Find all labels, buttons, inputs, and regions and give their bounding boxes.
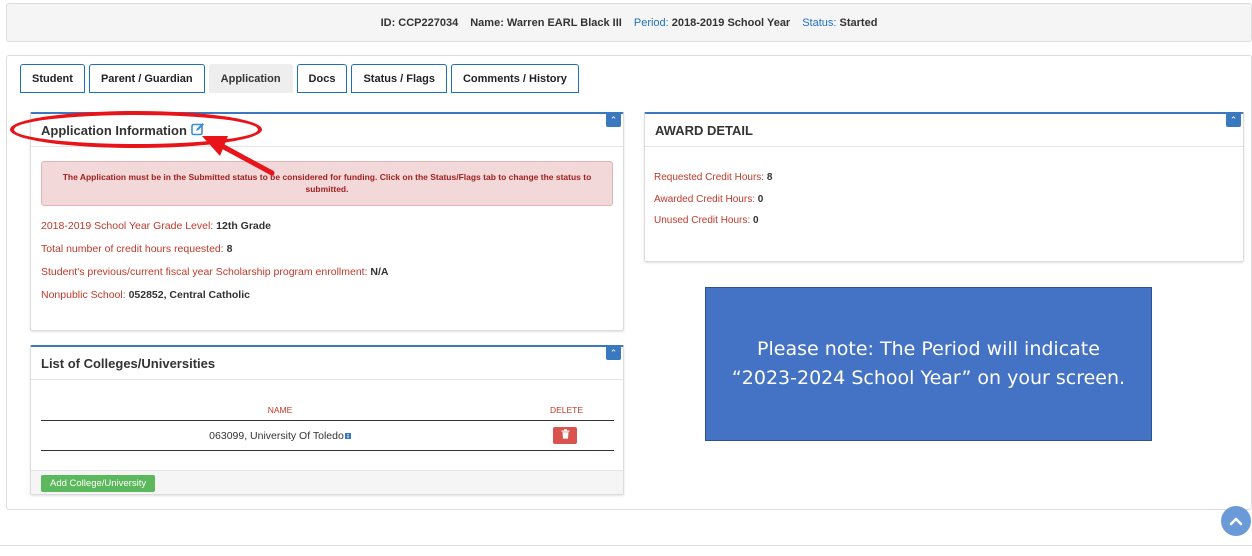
chevron-up-icon: ⌃: [1229, 114, 1238, 125]
scholarship-enrollment-value: N/A: [370, 266, 389, 278]
requested-credit-hours-line: Requested Credit Hours: 8: [654, 172, 772, 183]
collapse-colleges-button[interactable]: ⌃: [606, 346, 621, 360]
award-detail-title: AWARD DETAIL: [655, 122, 753, 138]
red-arrow-icon: [202, 136, 275, 176]
tab-parent-guardian[interactable]: Parent / Guardian: [88, 64, 205, 93]
award-detail-card: AWARD DETAIL ⌃ Requested Credit Hours: 8…: [644, 112, 1244, 262]
name-label: Name:: [470, 16, 504, 29]
application-information-title: Application Information: [41, 122, 187, 138]
grade-level-value: 12th Grade: [216, 220, 271, 232]
awarded-credit-hours-line: Awarded Credit Hours: 0: [654, 194, 763, 205]
add-college-button[interactable]: Add College/University: [41, 475, 156, 492]
unused-credit-hours-label: Unused Credit Hours:: [654, 215, 751, 226]
column-header-name[interactable]: NAME: [41, 405, 519, 415]
footer-divider: [0, 545, 1252, 546]
info-icon[interactable]: [344, 430, 351, 442]
colleges-title: List of Colleges/Universities: [41, 355, 216, 371]
grade-level-line: 2018-2019 School Year Grade Level: 12th …: [41, 220, 271, 232]
colleges-header: List of Colleges/Universities: [31, 347, 623, 380]
id-label: ID:: [380, 16, 396, 29]
tab-student[interactable]: Student: [20, 64, 85, 93]
scholarship-enrollment-line: Student's previous/current fiscal year S…: [41, 266, 389, 278]
scholarship-enrollment-label: Student's previous/current fiscal year S…: [41, 266, 368, 278]
requested-credit-hours-value: 8: [766, 172, 773, 183]
credit-hours-value: 8: [226, 243, 233, 255]
credit-hours-label: Total number of credit hours requested:: [41, 243, 224, 255]
status-label: Status:: [802, 16, 837, 29]
colleges-card: List of Colleges/Universities ⌃ NAME DEL…: [30, 345, 624, 495]
application-information-header: Application Information: [31, 114, 623, 147]
tab-application[interactable]: Application: [208, 64, 293, 93]
colleges-table-header: NAME DELETE: [41, 403, 614, 421]
unused-credit-hours-value: 0: [752, 215, 759, 226]
chevron-up-icon: ⌃: [609, 114, 618, 125]
main-panel: Student Parent / Guardian Application Do…: [6, 55, 1252, 510]
college-name-cell: 063099, University Of Toledo: [41, 430, 519, 442]
nonpublic-school-line: Nonpublic School: 052852, Central Cathol…: [41, 289, 250, 301]
chevron-up-icon: ⌃: [609, 347, 618, 358]
credit-hours-line: Total number of credit hours requested: …: [41, 243, 232, 255]
period-value: 2018-2019 School Year: [671, 16, 791, 29]
status-value: Started: [839, 16, 878, 29]
id-value: CCP227034: [398, 16, 459, 29]
application-information-card: Application Information ⌃ The Applicatio…: [30, 112, 624, 331]
collapse-award-detail-button[interactable]: ⌃: [1226, 113, 1241, 127]
unused-credit-hours-line: Unused Credit Hours: 0: [654, 215, 759, 226]
column-header-delete: DELETE: [549, 405, 584, 415]
colleges-card-footer: Add College/University: [31, 470, 623, 494]
name-value: Warren EARL Black III: [506, 16, 622, 29]
grade-level-label: 2018-2019 School Year Grade Level:: [41, 220, 214, 232]
period-note-box: Please note: The Period will indicate “2…: [705, 287, 1152, 441]
awarded-credit-hours-label: Awarded Credit Hours:: [654, 194, 755, 205]
nonpublic-school-label: Nonpublic School:: [41, 289, 126, 301]
tab-status-flags[interactable]: Status / Flags: [351, 64, 447, 93]
nonpublic-school-value: 052852, Central Catholic: [128, 289, 250, 301]
collapse-application-info-button[interactable]: ⌃: [606, 113, 621, 127]
tab-docs[interactable]: Docs: [296, 64, 348, 93]
submission-alert: The Application must be in the Submitted…: [41, 161, 613, 206]
student-header-bar: ID: CCP227034 Name: Warren EARL Black II…: [6, 3, 1252, 42]
tab-bar: Student Parent / Guardian Application Do…: [20, 64, 579, 93]
requested-credit-hours-label: Requested Credit Hours:: [654, 172, 765, 183]
college-name: 063099, University Of Toledo: [209, 430, 344, 442]
chevron-up-icon: [1229, 517, 1243, 526]
period-label: Period:: [633, 16, 669, 29]
awarded-credit-hours-value: 0: [757, 194, 764, 205]
scroll-to-top-button[interactable]: [1221, 506, 1251, 536]
award-detail-header: AWARD DETAIL: [645, 114, 1243, 147]
tab-comments-history[interactable]: Comments / History: [450, 64, 579, 93]
table-row: 063099, University Of Toledo: [41, 422, 614, 451]
delete-college-button[interactable]: [553, 427, 577, 444]
trash-icon: [561, 429, 570, 442]
